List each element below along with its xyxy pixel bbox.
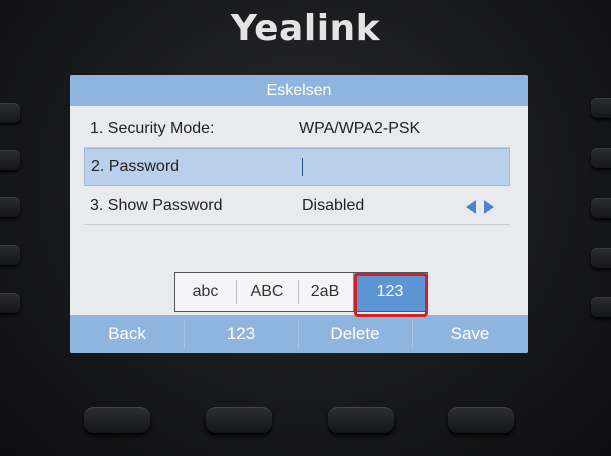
input-method-abc[interactable]: abc	[175, 273, 236, 311]
line-key-right-5[interactable]	[591, 297, 611, 317]
line-key-right-3[interactable]	[591, 198, 611, 218]
text-cursor	[302, 158, 303, 176]
softkey-bar: Back 123 Delete Save	[70, 315, 528, 353]
back-softkey[interactable]: Back	[70, 315, 184, 353]
right-arrow-icon	[484, 200, 494, 214]
show-password-row[interactable]: 3. Show Password Disabled	[84, 188, 510, 225]
physical-softkey-1[interactable]	[84, 407, 150, 433]
input-mode-softkey[interactable]: 123	[184, 315, 298, 353]
input-method-ABC[interactable]: ABC	[236, 273, 298, 311]
line-key-right-1[interactable]	[591, 98, 611, 118]
line-key-left-4[interactable]	[0, 245, 20, 265]
physical-softkey-3[interactable]	[328, 407, 394, 433]
show-password-value: Disabled	[302, 197, 365, 214]
input-method-2aB[interactable]: 2aB	[298, 273, 352, 311]
password-row[interactable]: 2. Password	[84, 148, 510, 186]
delete-softkey[interactable]: Delete	[298, 315, 412, 353]
line-key-left-3[interactable]	[0, 197, 20, 217]
password-label: 2. Password	[91, 158, 180, 175]
line-key-right-2[interactable]	[591, 148, 611, 168]
screen-title: Eskelsen	[70, 75, 528, 106]
highlight-annotation	[354, 273, 428, 317]
physical-softkey-4[interactable]	[448, 407, 514, 433]
option-arrows[interactable]	[464, 200, 498, 214]
phone-screen: Eskelsen 1. Security Mode: WPA/WPA2-PSK …	[70, 75, 528, 353]
brand-logo: Yealink	[230, 8, 381, 49]
save-softkey[interactable]: Save	[413, 315, 527, 353]
security-mode-value: WPA/WPA2-PSK	[299, 120, 421, 137]
security-mode-label: 1. Security Mode:	[90, 120, 215, 137]
physical-softkey-2[interactable]	[206, 407, 272, 433]
left-arrow-icon	[466, 200, 476, 214]
line-key-left-2[interactable]	[0, 150, 20, 170]
show-password-label: 3. Show Password	[90, 197, 223, 214]
security-mode-row[interactable]: 1. Security Mode: WPA/WPA2-PSK	[84, 111, 510, 148]
line-key-left-5[interactable]	[0, 293, 20, 313]
line-key-right-4[interactable]	[591, 248, 611, 268]
line-key-left-1[interactable]	[0, 103, 20, 123]
